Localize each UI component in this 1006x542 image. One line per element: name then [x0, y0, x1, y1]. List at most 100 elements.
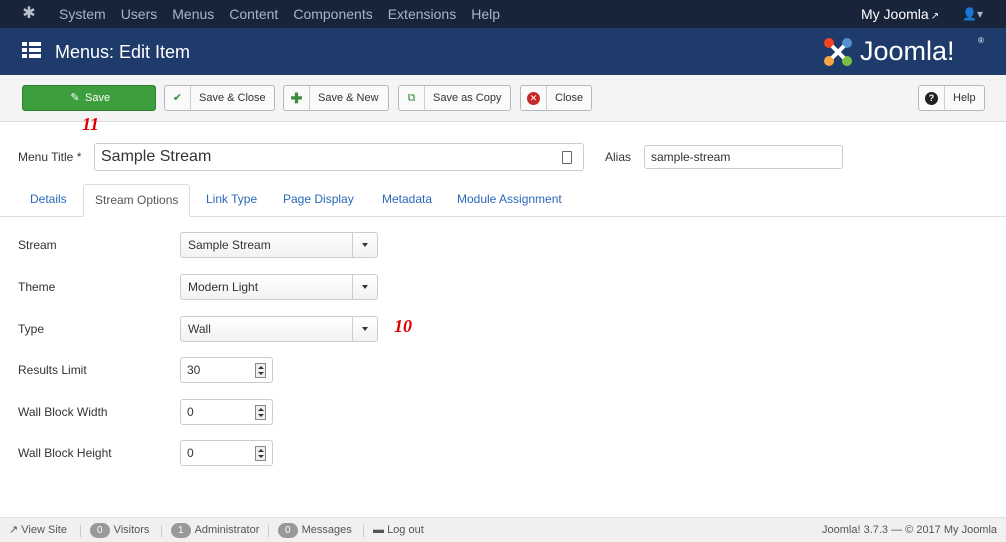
- wall-block-width-label: Wall Block Width: [18, 405, 108, 419]
- plus-icon: ✚: [284, 86, 310, 110]
- save-close-label: Save & Close: [199, 92, 266, 104]
- save-new-button[interactable]: ✚ Save & New: [283, 85, 389, 111]
- logout-link[interactable]: ▬ Log out: [373, 518, 424, 542]
- tab-bar: Details Stream Options Link Type Page Di…: [0, 184, 1006, 217]
- page-title: Menus: Edit Item: [55, 42, 191, 62]
- help-button[interactable]: ? Help: [918, 85, 985, 111]
- cancel-icon: ✕: [521, 86, 547, 110]
- wall-block-width-input[interactable]: 0: [180, 399, 273, 425]
- copy-icon: ⧉: [399, 86, 425, 110]
- save-new-label: Save & New: [318, 92, 379, 104]
- menu-help[interactable]: Help: [471, 0, 500, 28]
- menu-list-icon: [22, 42, 41, 59]
- close-button[interactable]: ✕ Close: [520, 85, 592, 111]
- divider: [80, 525, 81, 537]
- top-nav: ✱ System Users Menus Content Components …: [0, 0, 1006, 28]
- admin-badge: 1: [171, 523, 191, 538]
- theme-select[interactable]: Modern Light: [180, 274, 378, 300]
- divider: [363, 525, 364, 537]
- close-label: Close: [555, 92, 584, 104]
- view-site-link[interactable]: ↗ View Site: [9, 518, 67, 542]
- divider: [268, 525, 269, 537]
- stream-label: Stream: [18, 238, 57, 252]
- toolbar: ✎ Save ✔ Save & Close ✚ Save & New ⧉ Sav…: [0, 75, 1006, 122]
- view-site-label: View Site: [21, 524, 67, 536]
- alias-field[interactable]: sample-stream: [644, 145, 843, 169]
- messages-link[interactable]: 0 Messages: [278, 518, 352, 542]
- visitors-badge: 0: [90, 523, 110, 538]
- logout-label: Log out: [387, 524, 424, 536]
- menu-content[interactable]: Content: [229, 0, 278, 28]
- spinner-icon[interactable]: [255, 363, 266, 378]
- chevron-down-icon: [352, 275, 377, 299]
- tab-link-type[interactable]: Link Type: [206, 184, 257, 217]
- help-label: Help: [953, 92, 976, 104]
- spinner-icon[interactable]: [255, 446, 266, 461]
- wall-block-width-value: 0: [187, 405, 194, 419]
- book-icon: [562, 151, 572, 164]
- question-icon: ?: [919, 86, 945, 110]
- tab-stream-options[interactable]: Stream Options: [83, 184, 191, 217]
- type-select[interactable]: Wall: [180, 316, 378, 342]
- page-header: Menus: Edit Item Joomla! ®: [0, 28, 1006, 75]
- menu-components[interactable]: Components: [293, 0, 372, 28]
- save-copy-label: Save as Copy: [433, 92, 502, 104]
- save-copy-button[interactable]: ⧉ Save as Copy: [398, 85, 511, 111]
- save-button[interactable]: ✎ Save: [22, 85, 156, 111]
- menu-users[interactable]: Users: [121, 0, 158, 28]
- tab-metadata[interactable]: Metadata: [382, 184, 432, 217]
- wall-block-height-input[interactable]: 0: [180, 440, 273, 466]
- tab-module-assignment[interactable]: Module Assignment: [457, 184, 562, 217]
- stream-select[interactable]: Sample Stream: [180, 232, 378, 258]
- site-link[interactable]: My Joomla ↗: [861, 0, 939, 31]
- status-bar: ↗ View Site 0 Visitors 1 Administrator 0 Me…: [0, 517, 1006, 542]
- user-icon: 👤▾: [962, 7, 983, 21]
- menu-extensions[interactable]: Extensions: [388, 0, 456, 28]
- edit-icon: ✎: [70, 92, 80, 104]
- menu-title-value: Sample Stream: [101, 148, 212, 165]
- stream-value: Sample Stream: [188, 238, 271, 252]
- chevron-down-icon: [352, 233, 377, 257]
- checkmark-icon: ✔: [165, 86, 191, 110]
- admin-label: Administrator: [194, 524, 260, 536]
- user-menu[interactable]: 👤▾: [962, 0, 983, 28]
- menu-system[interactable]: System: [59, 0, 106, 28]
- minus-icon: ▬: [373, 524, 384, 536]
- visitors-status: 0 Visitors: [90, 518, 149, 542]
- type-label: Type: [18, 322, 45, 336]
- save-close-button[interactable]: ✔ Save & Close: [164, 85, 275, 111]
- site-link-label: My Joomla: [861, 6, 929, 22]
- results-limit-input[interactable]: 30: [180, 357, 273, 383]
- chevron-down-icon: [352, 317, 377, 341]
- external-link-icon: ↗: [9, 524, 19, 536]
- wall-block-height-label: Wall Block Height: [18, 446, 112, 460]
- menu-title-label: Menu Title *: [18, 150, 82, 164]
- alias-label: Alias: [605, 150, 632, 164]
- spinner-icon[interactable]: [255, 405, 266, 420]
- admin-status: 1 Administrator: [171, 518, 259, 542]
- wall-block-height-value: 0: [187, 446, 194, 460]
- theme-value: Modern Light: [188, 280, 259, 294]
- divider: [161, 525, 162, 537]
- joomla-logo-icon[interactable]: ✱: [20, 5, 38, 23]
- messages-badge: 0: [278, 523, 298, 538]
- visitors-label: Visitors: [113, 524, 150, 536]
- copyright-label: — © 2017 My Joomla: [891, 524, 998, 536]
- version-label: Joomla! 3.7.3: [822, 524, 889, 536]
- tab-page-display[interactable]: Page Display: [283, 184, 354, 217]
- results-limit-value: 30: [187, 363, 201, 377]
- save-button-label: Save: [85, 92, 111, 104]
- menu-menus[interactable]: Menus: [172, 0, 214, 28]
- brand-wordmark: Joomla!: [860, 36, 955, 66]
- version-info: Joomla! 3.7.3 — © 2017 My Joomla: [822, 518, 997, 542]
- messages-label: Messages: [301, 524, 352, 536]
- theme-label: Theme: [18, 280, 56, 294]
- annotation-save-marker: 11: [82, 114, 100, 134]
- type-value: Wall: [188, 322, 211, 336]
- registered-icon: ®: [978, 36, 984, 45]
- external-link-icon: ↗: [930, 11, 940, 22]
- tab-details[interactable]: Details: [30, 184, 67, 217]
- annotation-type-marker: 10: [394, 316, 412, 336]
- menu-title-field[interactable]: Sample Stream: [94, 143, 584, 171]
- joomla-mark-icon: [824, 38, 852, 66]
